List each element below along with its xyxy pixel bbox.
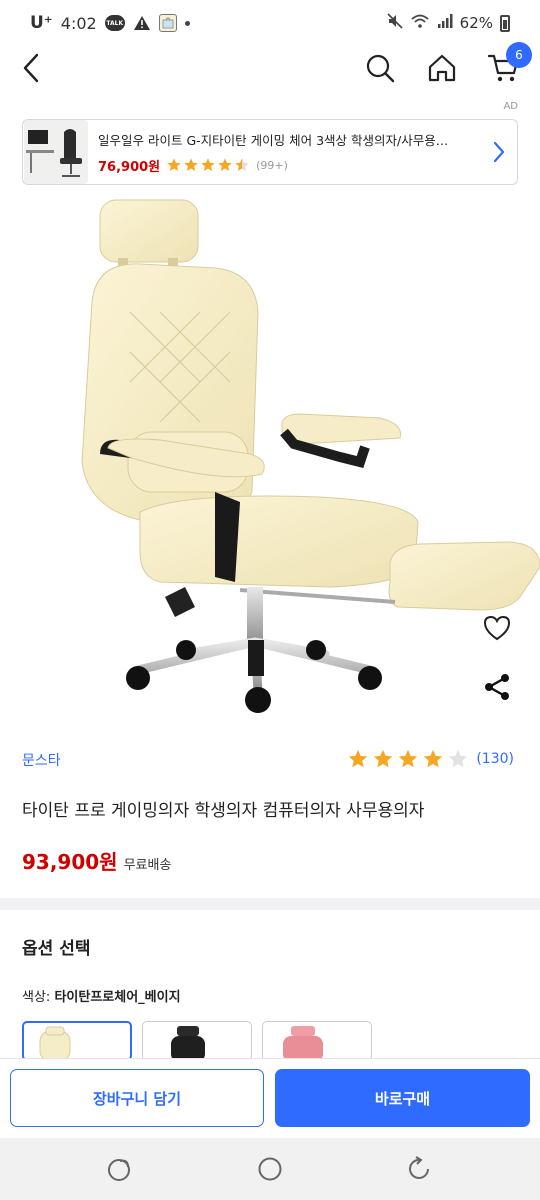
ad-review-count: (99+) xyxy=(256,158,288,172)
home-nav-button[interactable] xyxy=(252,1154,288,1184)
product-image[interactable] xyxy=(0,192,540,720)
kakaotalk-icon: TALK xyxy=(104,15,125,31)
color-swatch-beige[interactable] xyxy=(22,1021,132,1061)
section-divider xyxy=(0,898,540,910)
chevron-left-icon xyxy=(23,53,39,83)
top-app-bar: 6 xyxy=(0,42,540,96)
mute-icon xyxy=(387,13,403,33)
color-swatch-pink[interactable] xyxy=(262,1021,372,1061)
chevron-right-icon xyxy=(493,141,505,163)
rotate-back-icon xyxy=(409,1156,429,1179)
recent-apps-button[interactable] xyxy=(102,1154,138,1184)
brand-link[interactable]: 문스타 xyxy=(22,750,61,770)
back-button[interactable] xyxy=(9,46,53,90)
system-nav-bar xyxy=(0,1138,540,1200)
ad-banner[interactable]: 일우일우 라이트 G-지타이탄 게이밍 체어 3색상 학생의자/사무용… 76,… xyxy=(22,119,518,185)
wifi-icon xyxy=(410,13,430,33)
battery-icon xyxy=(500,14,510,32)
options-section-title: 옵션 선택 xyxy=(22,939,91,959)
clock: 4:02 xyxy=(60,13,97,33)
star-icon xyxy=(349,749,368,768)
ad-arrow xyxy=(481,140,517,164)
ad-title: 일우일우 라이트 G-지타이탄 게이밍 체어 3색상 학생의자/사무용… xyxy=(98,132,449,148)
star-icon xyxy=(218,158,232,171)
cart-button[interactable]: 6 xyxy=(482,42,532,90)
star-icon xyxy=(201,158,215,171)
star-icon xyxy=(399,749,418,768)
shopping-app-icon xyxy=(158,14,177,32)
cart-count-badge: 6 xyxy=(506,42,532,68)
search-icon xyxy=(366,54,395,83)
heart-icon xyxy=(483,615,511,641)
notification-dot xyxy=(184,20,190,26)
battery-percent: 62% xyxy=(459,14,493,32)
ad-star-rating xyxy=(166,157,250,173)
search-button[interactable] xyxy=(358,46,402,90)
star-icon xyxy=(374,749,393,768)
star-icon xyxy=(424,749,443,768)
buy-now-button[interactable]: 바로구매 xyxy=(275,1069,530,1127)
selected-color-value: 타이탄프로체어_베이지 xyxy=(54,990,181,1005)
ad-thumbnail xyxy=(24,120,88,184)
product-price: 93,900원 xyxy=(22,850,118,874)
product-rating[interactable]: (130) xyxy=(347,748,514,770)
ad-price: 76,900원 xyxy=(98,159,161,175)
product-title: 타이탄 프로 게이밍의자 학생의자 컴퓨터의자 사무용의자 xyxy=(22,801,425,821)
share-button[interactable] xyxy=(478,668,516,706)
price-row: 93,900원 무료배송 xyxy=(22,846,171,875)
home-icon xyxy=(428,54,456,82)
home-button[interactable] xyxy=(420,46,464,90)
home-circle-icon xyxy=(258,1157,282,1181)
wishlist-button[interactable] xyxy=(478,610,516,646)
back-nav-button[interactable] xyxy=(402,1154,438,1184)
share-icon xyxy=(485,674,509,700)
color-label: 색상: xyxy=(22,990,51,1005)
signal-icon xyxy=(437,13,453,33)
status-bar: U⁺ 4:02 TALK 62% xyxy=(0,0,540,46)
review-count: (130) xyxy=(476,751,514,767)
recent-apps-icon xyxy=(108,1159,130,1181)
star-icon xyxy=(167,158,181,171)
star-icon xyxy=(184,158,198,171)
add-to-cart-button[interactable]: 장바구니 담기 xyxy=(10,1069,264,1127)
color-swatch-black[interactable] xyxy=(142,1021,252,1061)
warning-icon xyxy=(133,15,151,31)
star-half-icon xyxy=(235,158,249,171)
star-empty-icon xyxy=(449,749,468,768)
color-option-label: 색상: 타이탄프로체어_베이지 xyxy=(22,986,181,1005)
ad-label: AD xyxy=(503,101,518,112)
shipping-label: 무료배송 xyxy=(123,858,172,873)
carrier-label: U⁺ xyxy=(30,13,53,33)
purchase-bar: 장바구니 담기 바로구매 xyxy=(0,1058,540,1138)
